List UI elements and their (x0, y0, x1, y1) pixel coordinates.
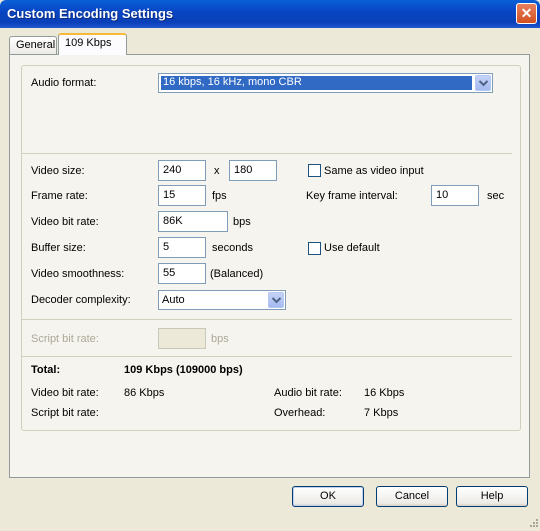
close-button[interactable]: ✕ (516, 3, 537, 24)
frame-rate-input[interactable]: 15 (158, 185, 206, 206)
use-default-label[interactable]: Use default (324, 242, 380, 254)
tab-label: 109 Kbps (65, 37, 112, 49)
key-frame-label: Key frame interval: (306, 190, 398, 202)
video-height-input[interactable]: 180 (229, 160, 277, 181)
video-smoothness-input[interactable]: 55 (158, 263, 206, 284)
decoder-complexity-select[interactable]: Auto (158, 290, 286, 310)
window-title: Custom Encoding Settings (7, 6, 174, 21)
buffer-size-label: Buffer size: (31, 242, 86, 254)
key-frame-unit: sec (487, 190, 505, 202)
key-frame-input[interactable]: 10 (431, 185, 479, 206)
help-button[interactable]: Help (456, 486, 528, 507)
summary-video-value: 86 Kbps (124, 387, 165, 399)
buffer-size-input[interactable]: 5 (158, 237, 206, 258)
audio-format-label: Audio format: (31, 77, 97, 89)
bit-rate-unit: bps (233, 216, 251, 228)
summary-audio-value: 16 Kbps (364, 387, 405, 399)
tab-109-kbps[interactable]: 109 Kbps (58, 33, 127, 55)
video-smoothness-label: Video smoothness: (31, 268, 125, 280)
decoder-complexity-label: Decoder complexity: (31, 294, 131, 306)
video-width-input[interactable]: 240 (158, 160, 206, 181)
audio-format-value: 16 kbps, 16 kHz, mono CBR (161, 76, 472, 90)
tab-label: General (16, 39, 56, 51)
ok-button[interactable]: OK (292, 486, 364, 507)
video-size-label: Video size: (31, 165, 85, 177)
summary-overhead-label: Overhead: (274, 407, 326, 419)
total-value: 109 Kbps (109000 bps) (124, 364, 243, 376)
use-default-checkbox[interactable] (308, 242, 321, 255)
summary-script-label: Script bit rate: (31, 407, 99, 419)
chevron-down-icon[interactable] (475, 75, 491, 91)
fps-unit: fps (212, 190, 227, 202)
divider (22, 356, 512, 357)
size-separator: x (214, 165, 220, 177)
audio-format-select[interactable]: 16 kbps, 16 kHz, mono CBR (158, 73, 493, 93)
decoder-complexity-value: Auto (162, 294, 185, 306)
script-bit-rate-label: Script bit rate: (31, 333, 99, 345)
resize-grip-icon[interactable] (527, 518, 539, 530)
dialog-window: Custom Encoding Settings ✕ General 109 K… (0, 0, 540, 531)
script-bit-rate-unit: bps (211, 333, 229, 345)
cancel-button[interactable]: Cancel (376, 486, 448, 507)
same-as-input-checkbox[interactable] (308, 164, 321, 177)
close-icon: ✕ (520, 5, 533, 21)
buffer-unit: seconds (212, 242, 253, 254)
total-label: Total: (31, 364, 61, 376)
video-bit-rate-input[interactable]: 86K (158, 211, 228, 232)
frame-rate-label: Frame rate: (31, 190, 88, 202)
summary-video-label: Video bit rate: (31, 387, 99, 399)
tab-general[interactable]: General (9, 36, 57, 54)
summary-overhead-value: 7 Kbps (364, 407, 399, 419)
script-bit-rate-input[interactable] (158, 328, 206, 349)
title-bar[interactable]: Custom Encoding Settings ✕ (0, 0, 540, 28)
video-bit-rate-label: Video bit rate: (31, 216, 99, 228)
settings-group: Audio format: 16 kbps, 16 kHz, mono CBR … (21, 65, 521, 431)
divider (22, 319, 512, 320)
chevron-down-icon[interactable] (268, 292, 284, 308)
tab-panel: Audio format: 16 kbps, 16 kHz, mono CBR … (9, 54, 530, 478)
same-as-input-label[interactable]: Same as video input (324, 165, 424, 177)
summary-audio-label: Audio bit rate: (274, 387, 342, 399)
smoothness-note: (Balanced) (210, 268, 264, 280)
divider (22, 153, 512, 154)
